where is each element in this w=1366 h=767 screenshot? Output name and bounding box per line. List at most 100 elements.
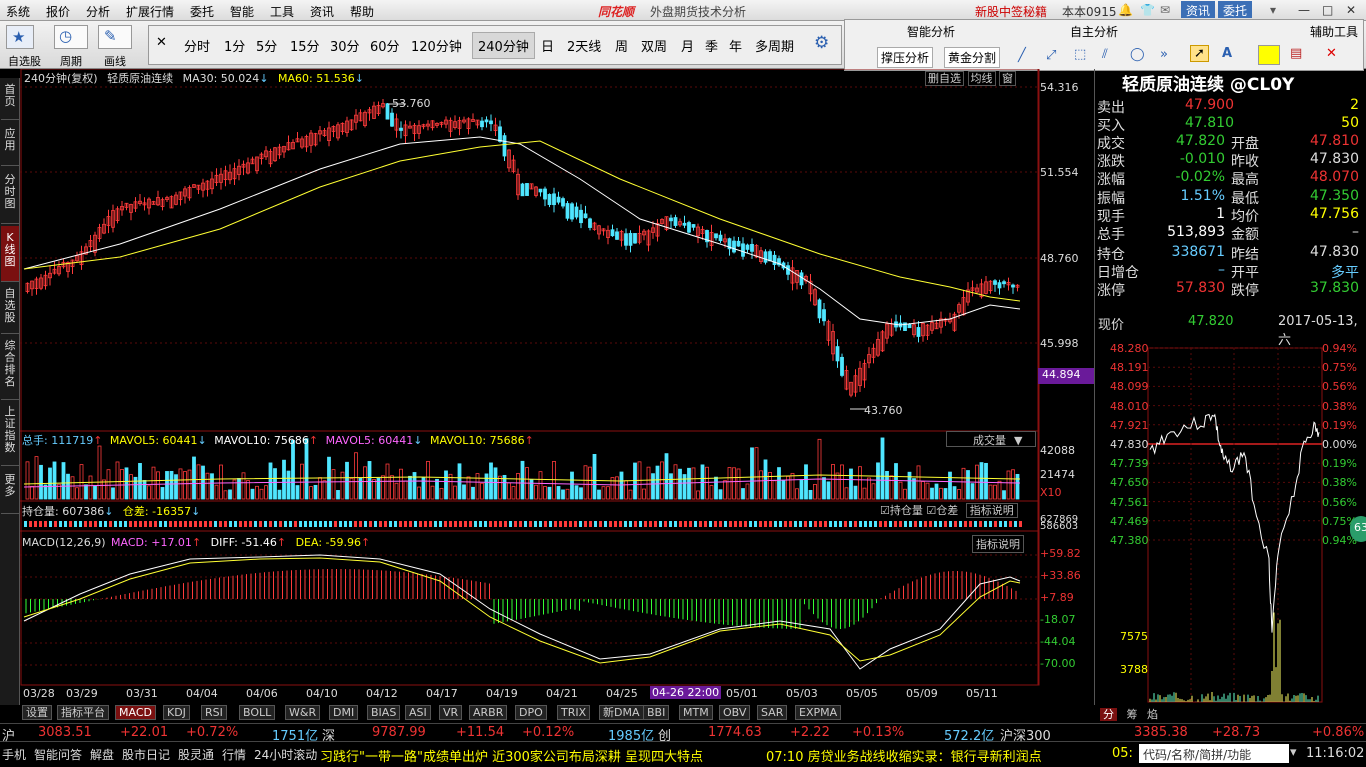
period-month[interactable]: 月	[681, 36, 694, 55]
tab-commentary[interactable]: 解盘	[90, 746, 114, 763]
indicator-tab-2[interactable]: MACD	[115, 705, 156, 720]
golden-section-button[interactable]: 黄金分割	[944, 47, 1001, 68]
shirt-icon[interactable]: 👕	[1140, 3, 1155, 17]
news-headline-1[interactable]: 习践行"一带一路"成绩单出炉 近300家公司布局深耕 呈现四大特点	[320, 746, 703, 765]
search-input[interactable]: 代码/名称/简拼/功能	[1139, 744, 1289, 763]
color-picker-icon[interactable]	[1258, 45, 1280, 65]
kline-chart[interactable]	[20, 69, 1095, 705]
menu-quote[interactable]: 报价	[46, 3, 70, 20]
macd-help-button[interactable]: 指标说明	[972, 535, 1024, 553]
indicator-tab-10[interactable]: VR	[439, 705, 463, 720]
nav-apps[interactable]: 应用	[1, 122, 19, 166]
mini-tab-chou[interactable]: 筹	[1127, 708, 1138, 721]
draw-line-icon[interactable]: ✎	[98, 25, 132, 49]
maximize-icon[interactable]: □	[1322, 3, 1333, 17]
period-2day[interactable]: 2天线	[567, 36, 601, 55]
tab-market[interactable]: 行情	[222, 746, 246, 763]
menu-ext-market[interactable]: 扩展行情	[126, 3, 174, 20]
nav-ranking[interactable]: 综合排名	[1, 336, 19, 400]
nav-sh-index[interactable]: 上证指数	[1, 402, 19, 466]
promo-link[interactable]: 新股中签秘籍	[975, 3, 1047, 20]
period-2week[interactable]: 双周	[641, 36, 667, 55]
nav-home[interactable]: 首页	[1, 80, 19, 120]
bell-icon[interactable]: 🔔	[1118, 3, 1133, 17]
rect-tool-icon[interactable]: ⬚	[1074, 47, 1086, 62]
indicator-tab-6[interactable]: W&R	[285, 705, 321, 720]
trade-button[interactable]: 委托	[1218, 1, 1253, 18]
pointer-tool-icon[interactable]: ➚	[1190, 45, 1209, 62]
menu-help[interactable]: 帮助	[350, 3, 374, 20]
tab-stock-wizard[interactable]: 股灵通	[178, 746, 214, 763]
period-season[interactable]: 季	[705, 36, 718, 55]
indicator-tab-3[interactable]: KDJ	[163, 705, 190, 720]
indicator-tab-0[interactable]: 设置	[22, 705, 52, 720]
menu-analysis[interactable]: 分析	[86, 3, 110, 20]
indicator-tab-12[interactable]: DPO	[515, 705, 547, 720]
volume-indicator-dropdown[interactable]: 成交量 ▼	[946, 431, 1036, 447]
tab-mobile[interactable]: 手机	[2, 746, 26, 763]
period-day[interactable]: 日	[541, 36, 554, 55]
mini-tab-yan[interactable]: 焰	[1147, 708, 1158, 721]
period-60min[interactable]: 60分	[370, 36, 400, 55]
indicator-tab-1[interactable]: 指标平台	[57, 705, 109, 720]
period-240min[interactable]: 240分钟	[472, 32, 535, 59]
style-tool-icon[interactable]: ▤	[1290, 46, 1302, 61]
remove-watchlist-button[interactable]: 删自选	[925, 71, 964, 86]
mail-icon[interactable]: ✉	[1160, 3, 1170, 17]
tab-smart-qa[interactable]: 智能问答	[34, 746, 82, 763]
parallel-tool-icon[interactable]: ⫽	[1102, 47, 1108, 62]
period-fenshi[interactable]: 分时	[184, 36, 210, 55]
indicator-tab-18[interactable]: SAR	[757, 705, 788, 720]
ellipse-tool-icon[interactable]: ◯	[1130, 47, 1145, 62]
period-collapse-icon[interactable]: ✕	[156, 35, 167, 50]
news-headline-2[interactable]: 07:10 房贷业务战线收缩实录：银行寻新利润点	[766, 746, 1042, 765]
menu-trade[interactable]: 委托	[190, 3, 214, 20]
delete-tool-icon[interactable]: ✕	[1326, 46, 1337, 61]
menu-tools[interactable]: 工具	[270, 3, 294, 20]
info-button[interactable]: 资讯	[1181, 1, 1216, 18]
close-icon[interactable]: ✕	[1346, 3, 1356, 17]
float-badge-icon[interactable]: 63	[1350, 516, 1366, 542]
period-week[interactable]: 周	[615, 36, 628, 55]
indicator-tab-9[interactable]: ASI	[405, 705, 431, 720]
ray-tool-icon[interactable]: ⤢	[1046, 48, 1056, 63]
checkbox-icon[interactable]: ☑	[880, 504, 890, 517]
search-dropdown-icon[interactable]: ▾	[1290, 745, 1297, 760]
nav-watchlist[interactable]: 自选股	[1, 284, 19, 334]
indicator-tab-15[interactable]: BBI	[643, 705, 670, 720]
indicator-tab-14[interactable]: 新DMA	[599, 705, 644, 720]
nav-more[interactable]: 更多	[1, 470, 19, 514]
window-button[interactable]: 窗	[999, 71, 1016, 86]
mini-tab-fen[interactable]: 分	[1100, 708, 1117, 721]
indicator-tab-16[interactable]: MTM	[679, 705, 713, 720]
period-1min[interactable]: 1分	[224, 36, 245, 55]
period-120min[interactable]: 120分钟	[411, 36, 462, 55]
settings-gear-icon[interactable]: ⚙	[814, 33, 829, 53]
more-icon[interactable]: ▾	[1270, 3, 1276, 17]
tab-24h-rolling[interactable]: 24小时滚动	[254, 746, 317, 763]
period-5min[interactable]: 5分	[256, 36, 277, 55]
oi-help-button[interactable]: 指标说明	[965, 503, 1018, 518]
text-tool-icon[interactable]: A	[1222, 46, 1232, 61]
period-year[interactable]: 年	[729, 36, 742, 55]
menu-system[interactable]: 系统	[6, 3, 30, 20]
indicator-tab-7[interactable]: DMI	[329, 705, 359, 720]
indicator-tab-4[interactable]: RSI	[201, 705, 227, 720]
menu-news[interactable]: 资讯	[310, 3, 334, 20]
checkbox-icon[interactable]: ☑	[926, 504, 936, 517]
indicator-tab-5[interactable]: BOLL	[239, 705, 276, 720]
nav-timeshare[interactable]: 分时图	[1, 168, 19, 224]
indicator-tab-13[interactable]: TRIX	[557, 705, 591, 720]
line-tool-icon[interactable]: ╱	[1018, 48, 1026, 63]
indicator-tab-17[interactable]: OBV	[719, 705, 751, 720]
ma-settings-button[interactable]: 均线	[967, 71, 996, 86]
menu-smart[interactable]: 智能	[230, 3, 254, 20]
more-tools-icon[interactable]: »	[1160, 47, 1168, 62]
period-multi[interactable]: 多周期	[755, 36, 794, 55]
period-30min[interactable]: 30分	[330, 36, 360, 55]
nav-kline[interactable]: K线图	[1, 226, 19, 282]
support-resistance-button[interactable]: 撑压分析	[877, 47, 934, 68]
oi-check-hold[interactable]: 持仓量	[890, 504, 923, 517]
oi-check-diff[interactable]: 仓差	[936, 504, 958, 517]
indicator-tab-19[interactable]: EXPMA	[795, 705, 842, 720]
